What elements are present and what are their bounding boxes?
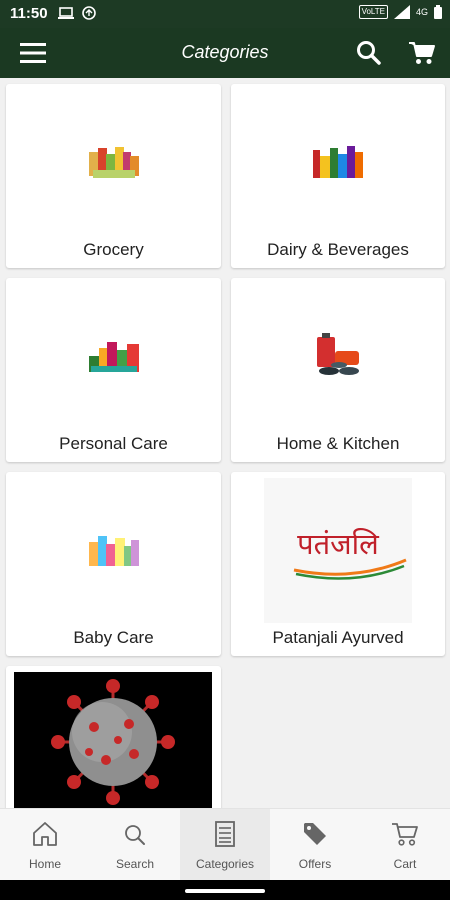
category-card-personal-care[interactable]: Personal Care [6, 278, 221, 462]
status-bar: 11:50 VoLTE 4G [0, 0, 450, 28]
category-card-home-kitchen[interactable]: Home & Kitchen [231, 278, 445, 462]
page-title: Categories [181, 42, 269, 62]
app-bar: Categories [0, 28, 450, 78]
categories-icon [215, 821, 235, 847]
baby-care-thumbnail [88, 532, 139, 573]
category-card-patanjali[interactable]: पतंजलि Patanjali Ayurved [231, 472, 445, 656]
nav-cart-label: Cart [393, 857, 417, 871]
category-label: Grocery [83, 240, 144, 259]
nav-offers[interactable]: Offers [270, 809, 360, 881]
category-card-grocery[interactable]: Grocery [6, 84, 221, 268]
search-icon[interactable] [356, 40, 382, 66]
patanjali-logo: पतंजलि [264, 478, 412, 623]
nav-search[interactable]: Search [90, 809, 180, 881]
cart-icon [392, 823, 418, 846]
system-gesture-bar [0, 880, 450, 900]
category-label: Personal Care [59, 434, 168, 453]
category-label: Dairy & Beverages [267, 240, 409, 259]
category-label: Baby Care [73, 628, 154, 647]
virus-image [14, 672, 212, 808]
home-kitchen-thumbnail [313, 333, 363, 382]
cart-icon[interactable] [408, 40, 436, 66]
search-icon [125, 825, 145, 845]
nav-cart[interactable]: Cart [360, 809, 450, 881]
category-label: Patanjali Ayurved [272, 628, 404, 647]
personal-care-thumbnail [88, 338, 139, 379]
home-gesture-handle[interactable] [185, 889, 265, 893]
battery-icon [434, 5, 442, 19]
signal-icon [393, 5, 410, 19]
signal-text: 4G [415, 7, 428, 17]
nav-home-label: Home [28, 857, 61, 871]
laptop-icon [58, 7, 74, 19]
status-time: 11:50 [10, 5, 48, 22]
patanjali-swoosh [293, 558, 407, 580]
nav-offers-label: Offers [298, 857, 332, 871]
category-card-covid[interactable] [6, 666, 221, 808]
category-label: Home & Kitchen [276, 434, 400, 453]
nav-search-label: Search [115, 857, 155, 871]
sync-icon [82, 6, 96, 20]
status-right: VoLTE 4G [358, 5, 442, 19]
tag-icon [304, 823, 326, 845]
nav-categories[interactable]: Categories [180, 809, 270, 881]
dairy-beverages-thumbnail [313, 144, 363, 185]
nav-home[interactable]: Home [0, 809, 90, 881]
categories-grid: Grocery Dairy & Beverages Personal Care … [0, 78, 450, 808]
grocery-thumbnail [88, 144, 139, 185]
volte-badge: VoLTE [358, 5, 388, 19]
status-left-icons [58, 6, 96, 20]
bottom-nav: Home Search Categories Offers Cart [0, 808, 450, 881]
nav-categories-label: Categories [195, 857, 255, 871]
category-card-dairy-beverages[interactable]: Dairy & Beverages [231, 84, 445, 268]
home-icon [33, 822, 57, 846]
category-card-baby-care[interactable]: Baby Care [6, 472, 221, 656]
